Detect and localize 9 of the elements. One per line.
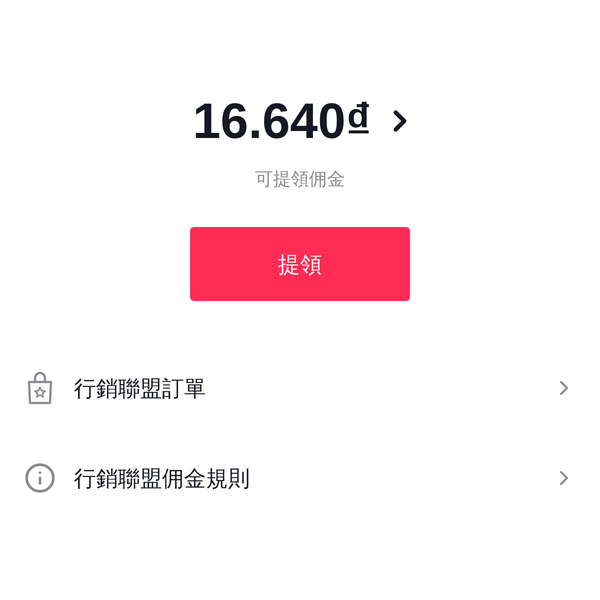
balance-caption: 可提領佣金 bbox=[255, 168, 345, 191]
balance-amount: 16.640₫ bbox=[192, 96, 372, 146]
menu-item-label: 行銷聯盟訂單 bbox=[74, 374, 207, 402]
menu-item-label: 行銷聯盟佣金規則 bbox=[74, 464, 251, 492]
menu-item[interactable]: 行銷聯盟佣金規則 bbox=[0, 433, 600, 523]
shopping-bag-icon bbox=[26, 371, 54, 405]
info-icon bbox=[24, 462, 56, 494]
withdraw-button[interactable]: 提領 bbox=[190, 227, 410, 301]
menu-item[interactable]: 行銷聯盟訂單 bbox=[0, 343, 600, 433]
